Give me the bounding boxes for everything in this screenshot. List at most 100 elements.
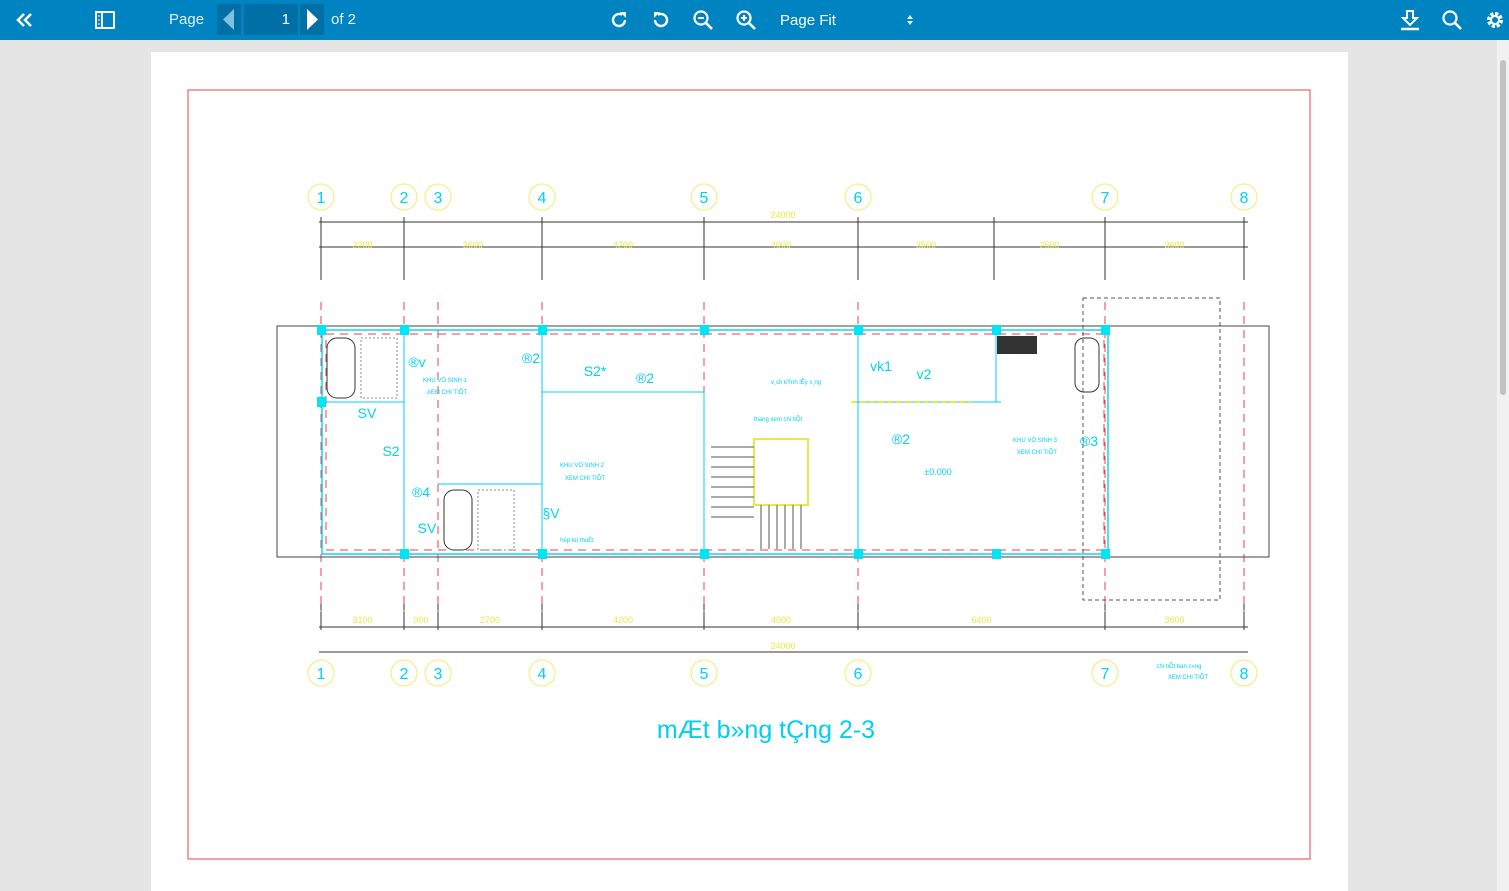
dimension-value: 900 [413, 615, 428, 625]
dimension-value: 2600 [1039, 240, 1059, 250]
grid-label: 7 [1101, 666, 1110, 683]
exterior-wall [321, 329, 1109, 555]
room-label: §V [542, 505, 560, 521]
grid-label: 8 [1240, 190, 1249, 207]
rotate-clockwise-icon [611, 12, 627, 28]
column [1101, 549, 1110, 559]
sidebar-toggle-icon [95, 11, 115, 29]
room-label: ®3 [1080, 433, 1098, 449]
floor-plan-drawing: 2400024000220031003600900420027004000420… [187, 89, 1311, 860]
column [700, 325, 709, 335]
triangle-left-icon [223, 9, 234, 30]
dimension-value: 4200 [613, 615, 633, 625]
zoom-mode-select[interactable]: Page Fit [772, 0, 922, 40]
zoom-out-button[interactable] [690, 0, 716, 40]
rotate-counterclockwise-icon [653, 12, 669, 28]
column [854, 325, 863, 335]
column [400, 325, 409, 335]
rotate-counterclockwise-button[interactable] [648, 0, 674, 40]
tile-floor [477, 489, 515, 551]
annotation-note: XEM CHI TIÕT [1017, 449, 1058, 456]
previous-page-button[interactable] [217, 4, 241, 35]
column [992, 325, 1001, 335]
column [317, 397, 326, 407]
grid-label: 5 [700, 190, 709, 207]
annotation-note: KHU VÖ SINH 1 [423, 377, 468, 384]
dimension-value: 3600 [463, 240, 483, 250]
tile-floor [360, 337, 398, 399]
column [538, 325, 547, 335]
column [538, 549, 547, 559]
scrollbar-thumb[interactable] [1500, 60, 1506, 395]
sidebar-toggle-button[interactable] [90, 0, 120, 40]
bathtub [443, 489, 473, 551]
dimension-value: 3100 [352, 615, 372, 625]
triangle-right-icon [307, 9, 318, 30]
annotation-note: KHU VÖ SINH 2 [560, 462, 605, 469]
next-page-button[interactable] [300, 4, 324, 35]
annotation-note: XEM CHI TIÕT [427, 389, 468, 396]
grid-label: 2 [400, 666, 409, 683]
grid-label: 2 [400, 190, 409, 207]
dimension-value: 4200 [613, 240, 633, 250]
zoom-in-button[interactable] [733, 0, 759, 40]
grid-label: 1 [317, 190, 326, 207]
download-button[interactable] [1396, 0, 1424, 40]
room-label: SV [358, 405, 377, 421]
room-label: SV [418, 520, 437, 536]
annotation-note: v¸ch kÝnh lÊy s¸ng [771, 378, 821, 386]
grid-label: 3 [434, 666, 443, 683]
page-label: Page [169, 11, 205, 28]
column [400, 549, 409, 559]
dimension-value: 2700 [480, 615, 500, 625]
wall-centerline [325, 333, 1105, 551]
zoom-out-icon [693, 10, 713, 30]
room-label: ®v [408, 354, 425, 370]
bathtub [1074, 337, 1100, 393]
zoom-in-icon [736, 10, 756, 30]
grid-label: 7 [1101, 190, 1110, 207]
dimension-value: 6400 [971, 615, 991, 625]
annotation-note: XEM CHI TIÕT [1168, 674, 1209, 681]
dimension-total: 24000 [770, 210, 795, 220]
room-label: ®2 [522, 350, 540, 366]
annotation-note: thang xem chi tiÕt [754, 416, 803, 423]
double-chevron-left-icon [16, 13, 32, 27]
sink-counter [997, 336, 1037, 354]
annotation-note: XEM CHI TIÕT [565, 475, 606, 482]
search-button[interactable] [1438, 0, 1466, 40]
grid-label: 1 [317, 666, 326, 683]
dimension-value: 4000 [771, 615, 791, 625]
dimension-total: 24000 [770, 641, 795, 651]
dimension-value: 3600 [1164, 615, 1184, 625]
column [1101, 325, 1110, 335]
grid-label: 4 [538, 666, 547, 683]
grid-label: 8 [1240, 666, 1249, 683]
grid-label: 6 [854, 190, 863, 207]
room-label: ®2 [636, 370, 654, 386]
page-number-input[interactable]: 1 [244, 4, 298, 35]
room-label: ±0.000 [924, 467, 951, 477]
annotation-note: chi tiÕt ban c«ng [1156, 663, 1201, 670]
page-total: of 2 [331, 11, 357, 28]
annotation-note: KHU VÖ SINH 3 [1013, 437, 1058, 444]
room-label: ®2 [892, 431, 910, 447]
dimension-value: 3600 [1164, 240, 1184, 250]
bathtub [326, 337, 356, 399]
settings-button[interactable] [1481, 0, 1509, 40]
select-arrows-icon [907, 15, 913, 25]
room-label: S2 [382, 443, 399, 459]
drawing-title: mÆt b»ng tÇng 2-3 [656, 716, 876, 744]
grid-label: 3 [434, 190, 443, 207]
toolbar: Page 1 of 2 Page Fit [0, 0, 1509, 40]
annotation-note: hép kü thuËt [560, 537, 594, 544]
download-icon [1400, 10, 1420, 31]
collapse-button[interactable] [10, 0, 40, 40]
stair-void [753, 438, 809, 506]
vertical-scrollbar[interactable] [1497, 40, 1509, 891]
room-label: ®4 [412, 484, 430, 500]
search-icon [1442, 10, 1462, 30]
rotate-clockwise-button[interactable] [606, 0, 632, 40]
dimension-value: 4000 [771, 240, 791, 250]
zoom-mode-value: Page Fit [780, 11, 836, 29]
